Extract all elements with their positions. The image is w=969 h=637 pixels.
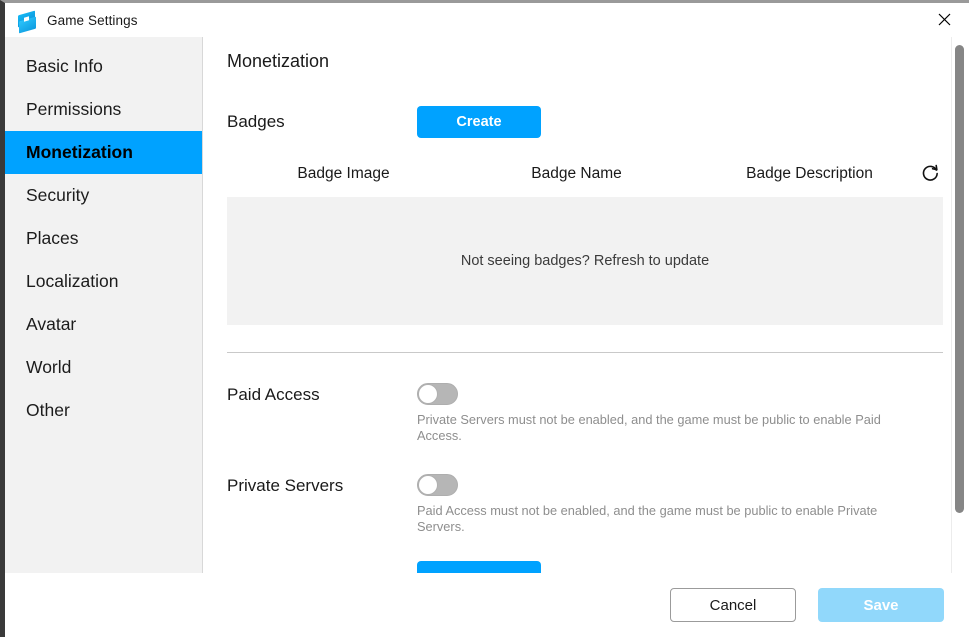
sidebar-item-label: Monetization xyxy=(26,142,133,162)
sidebar-item-monetization[interactable]: Monetization xyxy=(5,131,202,174)
sidebar-item-label: Localization xyxy=(26,271,119,291)
column-header-badge-name: Badge Name xyxy=(531,165,622,182)
sidebar-item-label: Avatar xyxy=(26,314,77,334)
badges-table-header: Badge Image Badge Name Badge Description xyxy=(227,160,943,188)
partially-visible-button[interactable] xyxy=(417,561,541,573)
paid-access-helper-text: Private Servers must not be enabled, and… xyxy=(417,412,881,443)
sidebar-item-permissions[interactable]: Permissions xyxy=(5,88,202,131)
main-scrollbar[interactable] xyxy=(951,37,967,573)
sidebar-item-security[interactable]: Security xyxy=(5,174,202,217)
sidebar-item-basic-info[interactable]: Basic Info xyxy=(5,45,202,88)
main-scrollbar-thumb[interactable] xyxy=(955,45,964,513)
dialog-footer: Cancel Save xyxy=(5,573,969,637)
toggle-knob xyxy=(418,384,438,404)
private-servers-toggle[interactable] xyxy=(417,474,458,496)
sidebar-item-other[interactable]: Other xyxy=(5,389,202,432)
badges-table: Badge Image Badge Name Badge Description… xyxy=(227,160,943,325)
paid-access-label: Paid Access xyxy=(227,385,320,404)
sidebar-item-localization[interactable]: Localization xyxy=(5,260,202,303)
section-divider xyxy=(227,352,943,353)
game-settings-window: Game Settings Basic Info Permissions Mon… xyxy=(0,0,969,637)
sidebar-item-label: Permissions xyxy=(26,99,122,119)
save-button[interactable]: Save xyxy=(818,588,944,622)
page-title: Monetization xyxy=(227,51,330,71)
window-content: Basic Info Permissions Monetization Secu… xyxy=(5,37,969,573)
column-header-badge-description: Badge Description xyxy=(746,165,873,182)
private-servers-label: Private Servers xyxy=(227,476,344,495)
cancel-button[interactable]: Cancel xyxy=(670,588,796,622)
close-icon[interactable] xyxy=(923,3,965,35)
sidebar-item-label: World xyxy=(26,357,72,377)
sidebar-item-label: Places xyxy=(26,228,79,248)
badges-label: Badges xyxy=(227,112,285,131)
badges-section-header: Badges Create xyxy=(227,106,969,138)
roblox-studio-icon xyxy=(17,10,37,34)
monetization-panel: Monetization Badges Create Badge Image B… xyxy=(203,37,969,573)
settings-sidebar: Basic Info Permissions Monetization Secu… xyxy=(5,37,203,573)
toggle-knob xyxy=(418,475,438,495)
sidebar-item-label: Other xyxy=(26,400,70,420)
private-servers-row: Private Servers Paid Access must not be … xyxy=(227,474,969,535)
private-servers-helper-text: Paid Access must not be enabled, and the… xyxy=(417,503,878,534)
sidebar-item-label: Basic Info xyxy=(26,56,103,76)
create-badge-button[interactable]: Create xyxy=(417,106,541,138)
sidebar-item-world[interactable]: World xyxy=(5,346,202,389)
sidebar-item-label: Security xyxy=(26,185,90,205)
paid-access-toggle[interactable] xyxy=(417,383,458,405)
refresh-icon[interactable] xyxy=(919,162,941,184)
paid-access-row: Paid Access Private Servers must not be … xyxy=(227,383,969,444)
empty-state-text: Not seeing badges? Refresh to update xyxy=(460,253,710,269)
badges-table-empty-state: Not seeing badges? Refresh to update xyxy=(227,197,943,325)
column-header-badge-image: Badge Image xyxy=(297,165,390,182)
sidebar-item-avatar[interactable]: Avatar xyxy=(5,303,202,346)
window-title: Game Settings xyxy=(47,12,138,28)
sidebar-item-places[interactable]: Places xyxy=(5,217,202,260)
title-bar: Game Settings xyxy=(5,3,969,37)
